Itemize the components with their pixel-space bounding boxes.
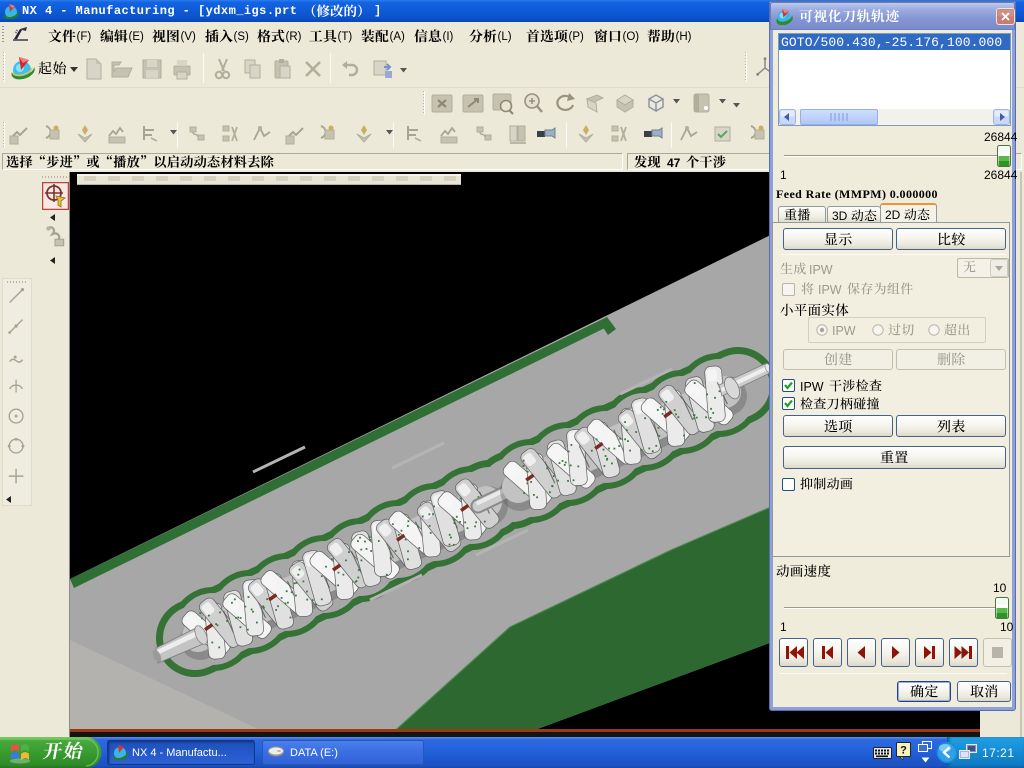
svg-text:?: ? <box>900 745 907 757</box>
